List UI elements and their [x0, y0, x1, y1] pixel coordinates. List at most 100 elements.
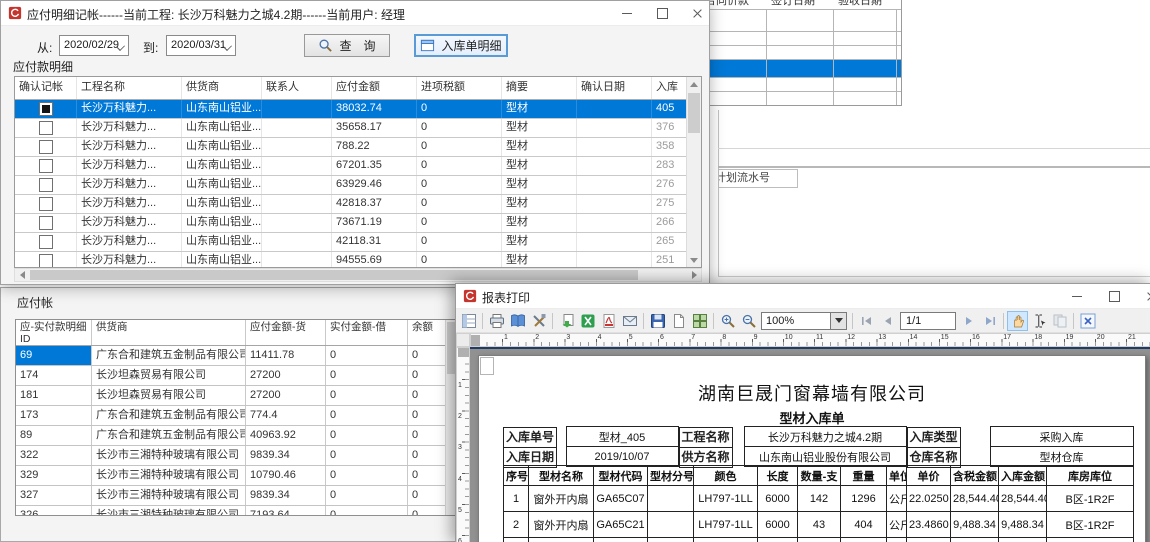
print-icon[interactable]	[486, 311, 507, 331]
table-row[interactable]: 长沙万科魅力...山东南山铝业...42118.310型材265	[15, 233, 687, 252]
minimize-button[interactable]	[611, 1, 643, 25]
empty-row[interactable]	[701, 77, 901, 91]
vertical-scrollbar[interactable]	[686, 77, 701, 267]
detail-cell: GA65C21	[594, 512, 648, 538]
table-row[interactable]: 326长沙市三湘特种玻璃有限公司7193.6400	[16, 506, 446, 515]
scroll-up-arrow[interactable]	[687, 77, 701, 91]
column-header[interactable]: 工程名称	[77, 77, 182, 99]
page-icon[interactable]	[668, 311, 689, 331]
column-header[interactable]: 供货商	[92, 320, 246, 345]
table-row[interactable]: 长沙万科魅力...山东南山铝业...788.220型材358	[15, 138, 687, 157]
table-row[interactable]: 181长沙坦森贸易有限公司2720000	[16, 386, 446, 406]
column-header[interactable]: 供货商	[182, 77, 262, 99]
scroll-right-arrow[interactable]	[687, 269, 701, 281]
column-header[interactable]: 余额	[408, 320, 446, 345]
background-grid-rows	[701, 9, 901, 105]
confirm-checkbox[interactable]	[39, 140, 53, 154]
close-button[interactable]	[681, 1, 710, 25]
confirm-checkbox[interactable]	[39, 254, 53, 267]
table-row[interactable]: 89广东合和建筑五金制品有限公司40963.9200	[16, 426, 446, 446]
selected-empty-row[interactable]	[701, 59, 901, 77]
titlebar[interactable]: 报表打印	[456, 284, 1150, 309]
column-header[interactable]: 确认日期	[577, 77, 652, 99]
print-setup-icon[interactable]	[528, 311, 549, 331]
book-icon[interactable]	[507, 311, 528, 331]
table-row[interactable]: 长沙万科魅力...山东南山铝业...94555.690型材251	[15, 252, 687, 267]
empty-row[interactable]	[701, 31, 901, 45]
close-button[interactable]	[1135, 284, 1150, 308]
cell-stockin: 265	[652, 233, 687, 251]
maximize-button[interactable]	[1098, 284, 1130, 308]
empty-row[interactable]	[701, 9, 901, 31]
next-page-icon[interactable]	[958, 311, 979, 331]
query-button[interactable]: 查 询	[304, 34, 390, 57]
export-icon[interactable]	[556, 311, 577, 331]
mail-icon[interactable]	[619, 311, 640, 331]
to-date-combo[interactable]: 2020/03/31	[166, 35, 236, 56]
prev-page-icon[interactable]	[877, 311, 898, 331]
dropdown-arrow-icon[interactable]	[830, 313, 846, 329]
detail-column-header: 型材名称	[529, 466, 594, 486]
scrollbar-thumb[interactable]	[688, 93, 700, 133]
column-header[interactable]: 进项税额	[417, 77, 502, 99]
plan-serial-field[interactable]: 计划流水号	[718, 169, 798, 188]
zoom-select[interactable]: 100%	[761, 312, 847, 330]
zoom-out-icon[interactable]	[738, 311, 759, 331]
detail-table-header: 确认记帐工程名称供货商联系人应付金额进项税额摘要确认日期入库	[15, 77, 687, 100]
table-row[interactable]: 长沙万科魅力...山东南山铝业...42818.370型材275	[15, 195, 687, 214]
table-row[interactable]: 长沙万科魅力...山东南山铝业...38032.740型材405	[15, 100, 687, 119]
first-page-icon[interactable]	[856, 311, 877, 331]
save-icon[interactable]	[647, 311, 668, 331]
table-row[interactable]: 322长沙市三湘特种玻璃有限公司9839.3400	[16, 446, 446, 466]
horizontal-scrollbar[interactable]	[14, 268, 702, 282]
stockin-detail-button[interactable]: 入库单明细	[414, 34, 508, 57]
scroll-left-arrow[interactable]	[15, 269, 29, 281]
from-date-combo[interactable]: 2020/02/29	[59, 35, 129, 56]
table-row[interactable]: 173广东合和建筑五金制品有限公司774.400	[16, 406, 446, 426]
pdf-export-icon[interactable]	[598, 311, 619, 331]
text-select-icon[interactable]	[1028, 311, 1049, 331]
titlebar[interactable]: 应付明细记帐------当前工程: 长沙万科魅力之城4.2期------当前用户…	[1, 1, 709, 26]
table-row[interactable]: 长沙万科魅力...山东南山铝业...63929.460型材276	[15, 176, 687, 195]
scrollbar-thumb[interactable]	[30, 270, 638, 280]
table-row[interactable]: 174长沙坦森贸易有限公司2720000	[16, 366, 446, 386]
column-header[interactable]: 联系人	[262, 77, 332, 99]
table-row[interactable]: 329长沙市三湘特种玻璃有限公司10790.4600	[16, 466, 446, 486]
design-grid-icon[interactable]	[458, 311, 479, 331]
cell-supplier: 广东合和建筑五金制品有限公司	[92, 346, 246, 365]
excel-export-icon[interactable]	[577, 311, 598, 331]
table-row[interactable]: 327长沙市三湘特种玻璃有限公司9839.3400	[16, 486, 446, 506]
table-row[interactable]: 长沙万科魅力...山东南山铝业...35658.170型材376	[15, 119, 687, 138]
minimize-button[interactable]	[1061, 284, 1093, 308]
confirm-checkbox[interactable]	[39, 216, 53, 230]
hand-tool-icon[interactable]	[1007, 311, 1028, 331]
multi-page-icon[interactable]	[689, 311, 710, 331]
empty-row[interactable]	[701, 91, 901, 105]
confirm-checkbox[interactable]	[39, 235, 53, 249]
column-header[interactable]: 摘要	[502, 77, 577, 99]
confirm-checkbox[interactable]	[39, 178, 53, 192]
column-header[interactable]: 应付金额	[332, 77, 417, 99]
confirm-checkbox[interactable]	[39, 121, 53, 135]
column-header[interactable]: 入库	[652, 77, 687, 99]
cell-summary: 型材	[502, 138, 577, 156]
column-header[interactable]: 确认记帐	[15, 77, 77, 99]
last-page-icon[interactable]	[979, 311, 1000, 331]
table-row[interactable]: 69广东合和建筑五金制品有限公司11411.7800	[16, 346, 446, 366]
column-header[interactable]: 应付金额-货	[246, 320, 326, 345]
confirm-checkbox[interactable]	[39, 102, 53, 116]
confirm-checkbox[interactable]	[39, 159, 53, 173]
close-preview-icon[interactable]	[1077, 311, 1098, 331]
table-row[interactable]: 长沙万科魅力...山东南山铝业...67201.350型材283	[15, 157, 687, 176]
report-preview-area[interactable]: 湖南巨晟门窗幕墙有限公司 型材入库单 入库单号型材_405工程名称长沙万科魅力之…	[470, 347, 1150, 542]
copy-page-icon[interactable]	[1049, 311, 1070, 331]
column-header[interactable]: 实付金额-借	[326, 320, 408, 345]
zoom-in-icon[interactable]	[717, 311, 738, 331]
empty-row[interactable]	[701, 45, 901, 59]
column-header[interactable]: 应-实付款明细ID	[16, 320, 92, 345]
table-row[interactable]: 长沙万科魅力...山东南山铝业...73671.190型材266	[15, 214, 687, 233]
maximize-button[interactable]	[646, 1, 678, 25]
scroll-down-arrow[interactable]	[687, 253, 701, 267]
confirm-checkbox[interactable]	[39, 197, 53, 211]
page-number-input[interactable]: 1/1	[900, 312, 956, 330]
